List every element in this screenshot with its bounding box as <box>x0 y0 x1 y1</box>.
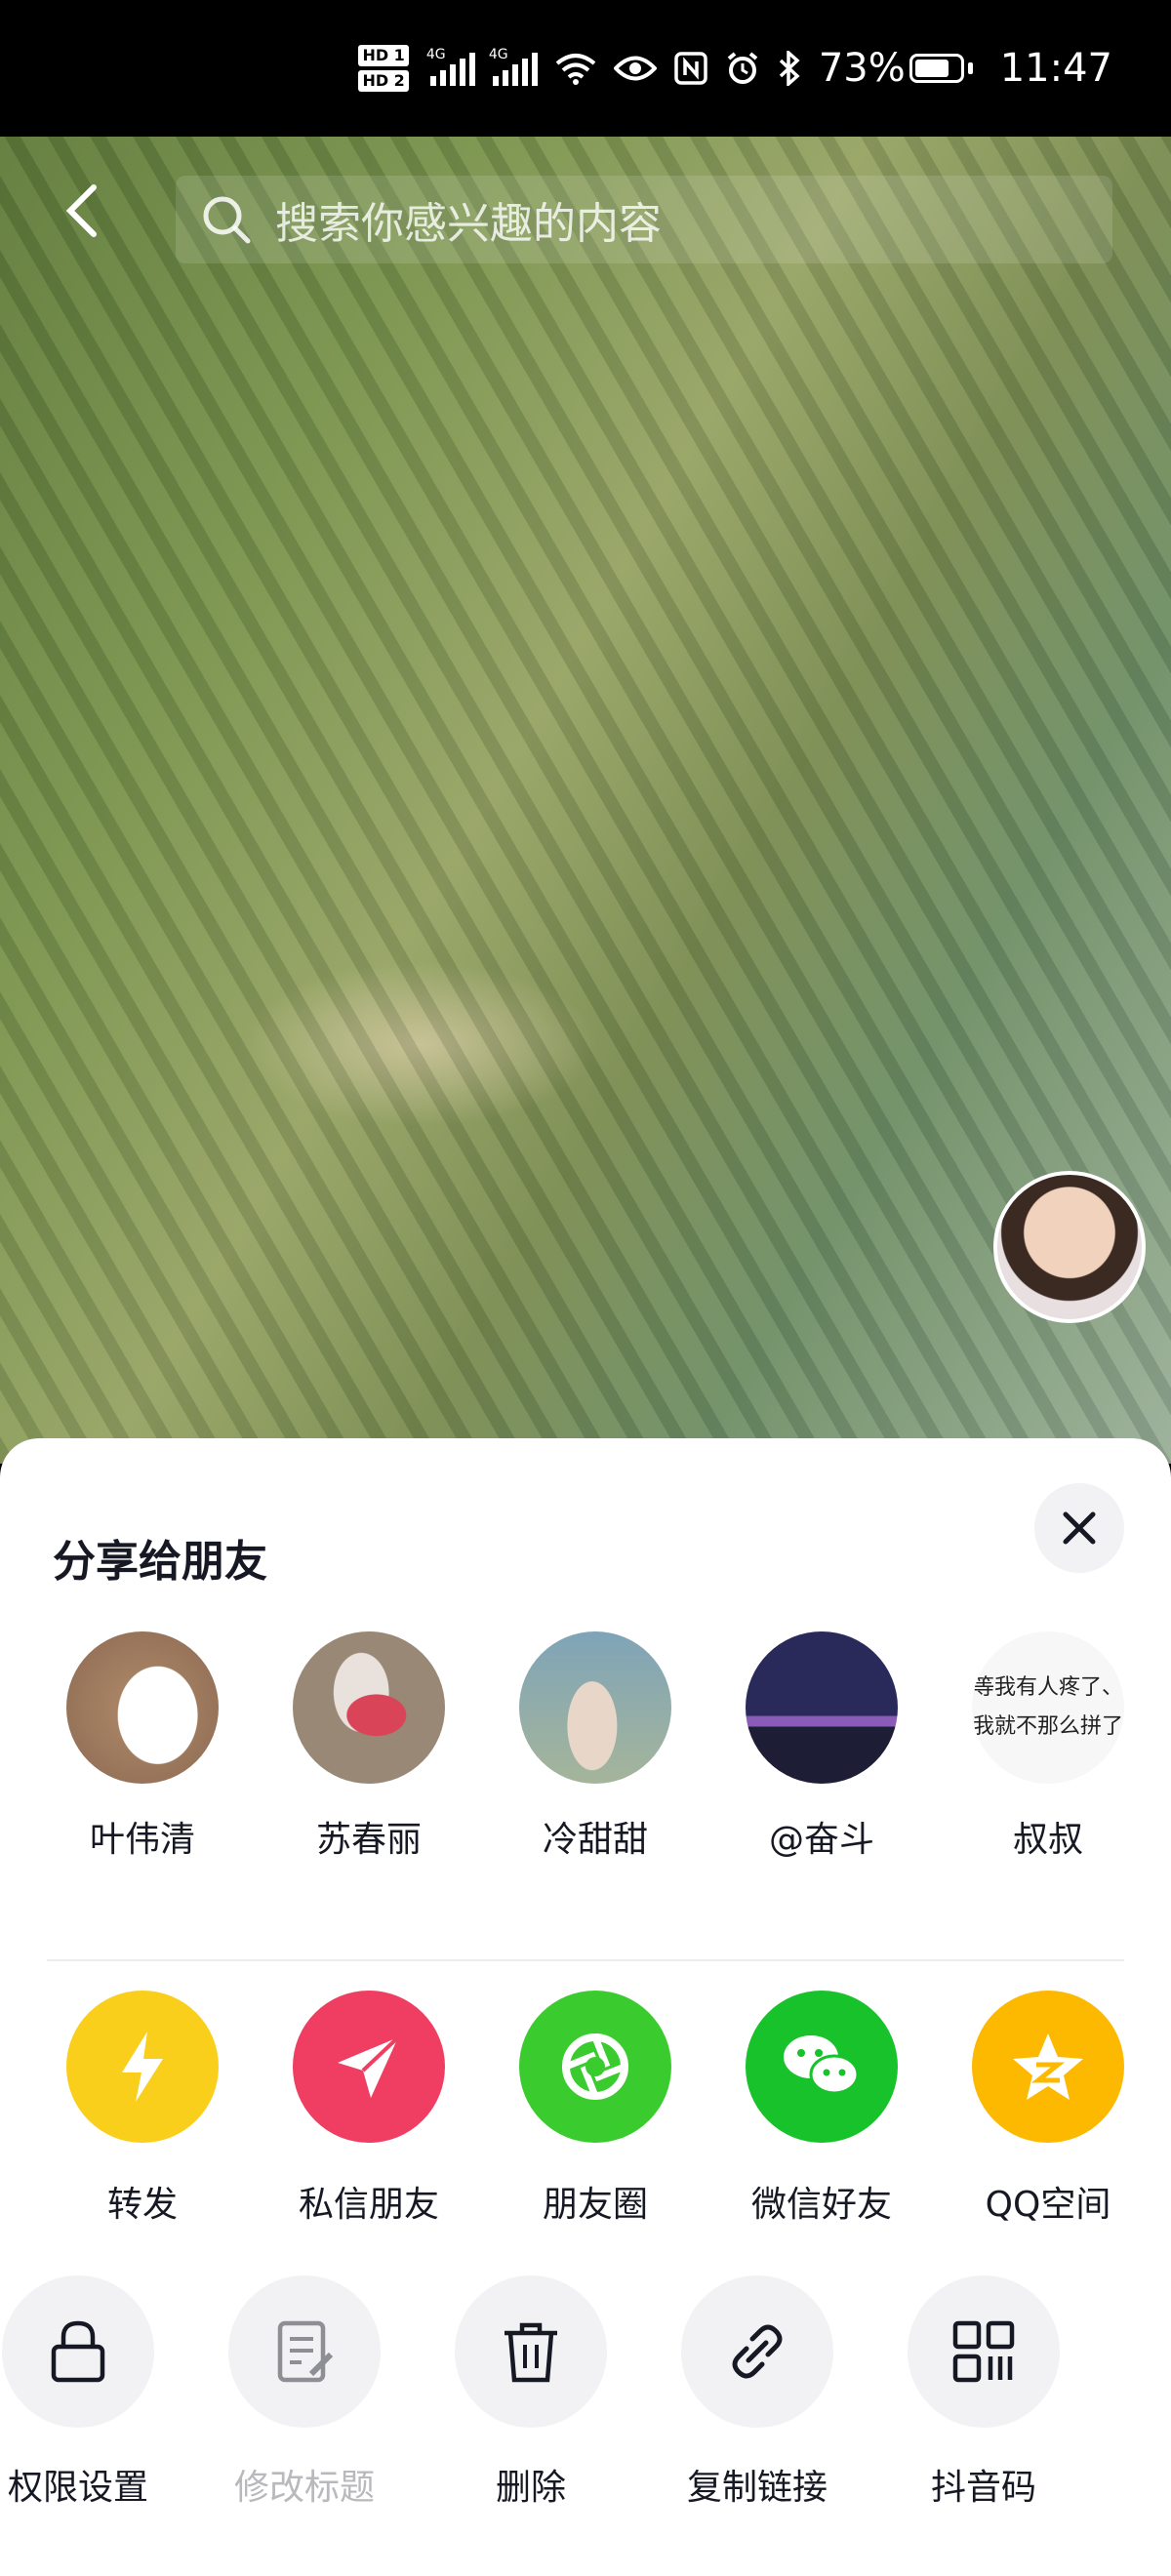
divider <box>47 1959 1124 1961</box>
avatar <box>66 1631 219 1784</box>
edit-title-button[interactable]: 修改标题 <box>197 2275 412 2510</box>
trash-icon <box>505 2322 557 2383</box>
wechat-icon <box>784 2035 860 2095</box>
friend-item[interactable]: 等我有人疼了、 我就不那么拼了 叔叔 <box>950 1631 1146 1862</box>
douyin-code-button[interactable]: 抖音码 <box>876 2275 1091 2510</box>
app-label: 微信好友 <box>750 2185 892 2225</box>
tool-label: 权限设置 <box>7 2468 148 2508</box>
search-bar[interactable]: 搜索你感兴趣的内容 <box>176 176 1112 263</box>
clock: 11:47 <box>999 46 1112 91</box>
friend-item[interactable]: @奋斗 <box>724 1631 919 1862</box>
share-app-moments[interactable]: 朋友圈 <box>498 1991 693 2227</box>
friend-name: 叶伟清 <box>89 1820 195 1860</box>
avatar <box>746 1631 898 1784</box>
wechat-icon-circle <box>746 1991 898 2143</box>
paper-plane-icon <box>338 2035 400 2098</box>
friend-item[interactable]: 冷甜甜 <box>498 1631 693 1862</box>
tool-label: 抖音码 <box>930 2468 1036 2508</box>
friend-name: 冷甜甜 <box>542 1820 648 1860</box>
share-sheet: 分享给朋友 叶伟清 苏春丽 冷甜甜 @奋斗 等我有人疼了、 我就不那么拼了 叔叔… <box>0 1438 1171 2576</box>
friend-name: 苏春丽 <box>315 1820 422 1860</box>
tool-label: 删除 <box>495 2468 566 2508</box>
app-label: QQ空间 <box>985 2185 1111 2225</box>
share-sheet-title: 分享给朋友 <box>53 1537 267 1587</box>
link-icon <box>732 2324 783 2379</box>
friend-name: 叔叔 <box>1012 1820 1083 1860</box>
alarm-icon <box>727 52 758 84</box>
chevron-left-icon <box>65 184 97 237</box>
close-button[interactable] <box>1034 1483 1124 1573</box>
status-bar: HD 1 HD 2 4G 4G 73% 11:47 <box>0 0 1171 137</box>
nfc-icon <box>674 52 707 85</box>
qzone-star-icon <box>1013 2033 1083 2100</box>
tool-icon-circle <box>681 2275 833 2428</box>
repost-icon-circle <box>66 1991 219 2143</box>
creator-avatar[interactable] <box>993 1171 1146 1323</box>
share-app-message[interactable]: 私信朋友 <box>271 1991 466 2227</box>
share-app-repost[interactable]: 转发 <box>45 1991 240 2227</box>
tools-row: 权限设置 修改标题 删除 复制链接 抖音码 <box>0 2275 1171 2529</box>
app-label: 私信朋友 <box>298 2185 439 2225</box>
hd-badges: HD 1 HD 2 <box>358 45 409 92</box>
eye-icon <box>613 56 657 81</box>
avatar-text-line: 我就不那么拼了 <box>972 1714 1123 1739</box>
search-icon <box>203 196 251 244</box>
avatar <box>293 1631 445 1784</box>
tool-label: 修改标题 <box>233 2468 375 2508</box>
hd2-badge: HD 2 <box>358 70 409 92</box>
share-app-wechat[interactable]: 微信好友 <box>724 1991 919 2227</box>
battery-percent: 73% <box>818 46 906 91</box>
friend-name: @奋斗 <box>768 1820 874 1860</box>
tool-icon-circle <box>2 2275 154 2428</box>
hd1-badge: HD 1 <box>358 45 409 66</box>
friend-item[interactable]: 叶伟清 <box>45 1631 240 1862</box>
friend-item[interactable]: 苏春丽 <box>271 1631 466 1862</box>
tool-icon-circle <box>908 2275 1060 2428</box>
signal-1-icon: 4G <box>426 47 475 86</box>
message-icon-circle <box>293 1991 445 2143</box>
close-icon <box>1063 1511 1096 1545</box>
friends-row: 叶伟清 苏春丽 冷甜甜 @奋斗 等我有人疼了、 我就不那么拼了 叔叔 <box>0 1631 1171 1885</box>
signal-2-icon: 4G <box>489 47 538 86</box>
tool-icon-circle <box>455 2275 607 2428</box>
wifi-icon <box>555 54 596 85</box>
app-label: 朋友圈 <box>542 2185 648 2225</box>
share-app-qzone[interactable]: QQ空间 <box>950 1991 1146 2227</box>
avatar: 等我有人疼了、 我就不那么拼了 <box>972 1631 1124 1784</box>
share-apps-row: 转发 私信朋友 朋友圈 微信好友 QQ空间 <box>0 1991 1171 2234</box>
moments-icon-circle <box>519 1991 671 2143</box>
tool-label: 复制链接 <box>686 2468 828 2508</box>
edit-document-icon <box>277 2320 334 2383</box>
battery-indicator: 73% <box>819 46 973 91</box>
avatar-text-line: 等我有人疼了、 <box>972 1675 1123 1700</box>
lock-icon <box>51 2320 105 2383</box>
app-label: 转发 <box>106 2185 178 2225</box>
aperture-icon <box>562 2033 628 2100</box>
back-button[interactable] <box>55 181 113 240</box>
delete-button[interactable]: 删除 <box>424 2275 638 2510</box>
permission-settings-button[interactable]: 权限设置 <box>0 2275 185 2510</box>
battery-icon <box>909 54 964 83</box>
copy-link-button[interactable]: 复制链接 <box>650 2275 865 2510</box>
lightning-icon <box>122 2032 163 2102</box>
qr-code-icon <box>952 2320 1015 2383</box>
search-placeholder: 搜索你感兴趣的内容 <box>275 199 662 249</box>
tool-icon-circle <box>228 2275 381 2428</box>
avatar <box>519 1631 671 1784</box>
bluetooth-icon <box>779 51 800 86</box>
qzone-icon-circle <box>972 1991 1124 2143</box>
